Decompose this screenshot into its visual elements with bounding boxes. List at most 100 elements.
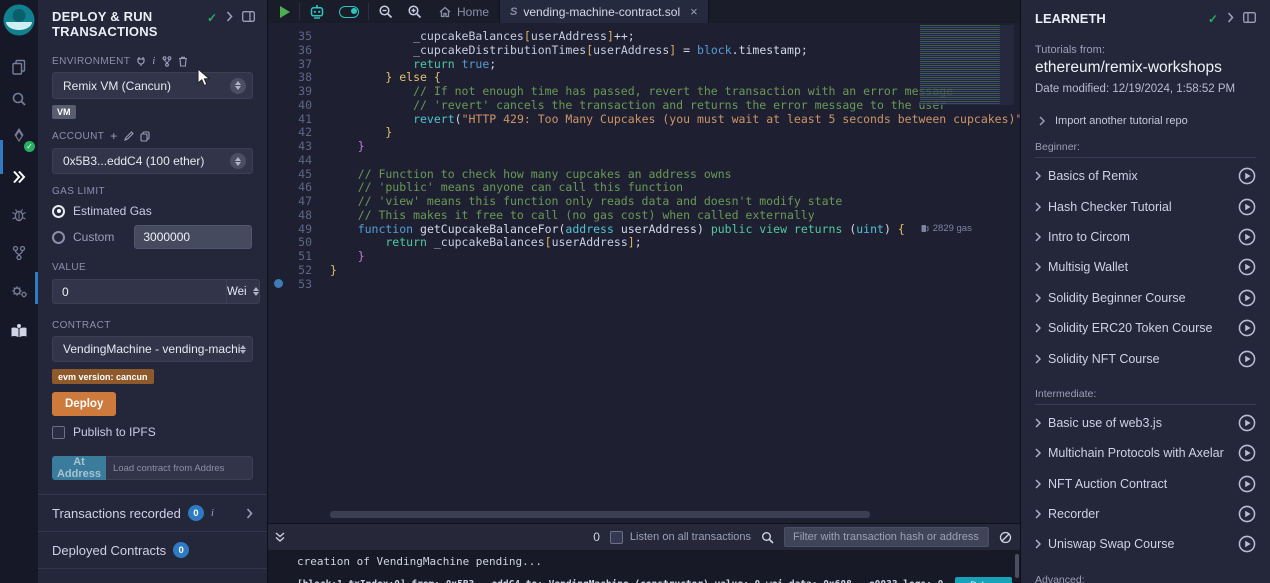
line-number[interactable]: 42 bbox=[268, 125, 312, 139]
value-input[interactable] bbox=[52, 279, 226, 304]
search-icon[interactable] bbox=[0, 83, 38, 115]
account-select[interactable]: 0x5B3...eddC4 (100 ether) bbox=[52, 148, 253, 174]
copy-icon[interactable] bbox=[140, 131, 150, 142]
fork-icon[interactable] bbox=[162, 56, 172, 67]
play-icon[interactable] bbox=[1238, 258, 1256, 276]
at-address-button[interactable]: At Address bbox=[52, 456, 106, 480]
transactions-recorded-row[interactable]: Transactions recorded 0 i bbox=[38, 494, 267, 531]
play-icon[interactable] bbox=[1238, 228, 1256, 246]
radio-unselected-icon[interactable] bbox=[52, 231, 65, 244]
tab-home[interactable]: Home bbox=[429, 0, 499, 23]
play-icon[interactable] bbox=[1238, 505, 1256, 523]
chevron-right-icon[interactable] bbox=[246, 508, 253, 519]
terminal-filter-input[interactable] bbox=[784, 527, 989, 547]
dropdown-toggle-icon[interactable] bbox=[230, 78, 246, 94]
ai-copilot-robot-icon[interactable] bbox=[302, 0, 332, 23]
clear-console-icon[interactable] bbox=[999, 531, 1012, 544]
plug-icon[interactable] bbox=[136, 56, 146, 66]
line-number[interactable]: 39 bbox=[268, 84, 312, 98]
terminal-scrollbar[interactable] bbox=[1015, 554, 1019, 578]
tutorial-item[interactable]: Solidity Beginner Course bbox=[1035, 283, 1256, 313]
line-number[interactable]: 35 bbox=[268, 29, 312, 43]
code-editor[interactable]: 35 _cupcakeBalances[userAddress]++;36 _c… bbox=[268, 23, 1020, 523]
collapse-terminal-icon[interactable] bbox=[274, 531, 286, 543]
tutorial-item[interactable]: Basic use of web3.js bbox=[1035, 408, 1256, 438]
line-number[interactable]: 50 bbox=[268, 235, 312, 249]
info-icon[interactable]: i bbox=[211, 507, 214, 519]
listen-all-option[interactable]: Listen on all transactions bbox=[610, 531, 751, 544]
git-icon[interactable] bbox=[0, 237, 38, 269]
tutorial-item[interactable]: NFT Auction Contract bbox=[1035, 469, 1256, 499]
line-number[interactable]: 43 bbox=[268, 139, 312, 153]
contract-select[interactable]: VendingMachine - vending-machin bbox=[52, 336, 253, 362]
line-number[interactable]: 44 bbox=[268, 153, 312, 167]
deployed-contracts-row[interactable]: Deployed Contracts 0 bbox=[38, 531, 267, 568]
play-icon[interactable] bbox=[1238, 414, 1256, 432]
play-icon[interactable] bbox=[1238, 167, 1256, 185]
editor-minimap[interactable] bbox=[920, 25, 1014, 105]
close-tab-icon[interactable]: × bbox=[690, 4, 698, 19]
checkbox-icon[interactable] bbox=[52, 426, 65, 439]
publish-ipfs-option[interactable]: Publish to IPFS bbox=[52, 425, 253, 439]
deploy-button[interactable]: Deploy bbox=[52, 392, 116, 416]
deploy-run-icon[interactable] bbox=[0, 161, 38, 193]
environment-select[interactable]: Remix VM (Cancun) bbox=[52, 72, 253, 99]
line-number[interactable]: 36 bbox=[268, 43, 312, 57]
line-number[interactable]: 41 bbox=[268, 112, 312, 126]
tutorial-item[interactable]: Intro to Circom bbox=[1035, 222, 1256, 252]
tab-file[interactable]: S vending-machine-contract.sol × bbox=[499, 0, 709, 23]
tutorial-item[interactable]: Uniswap Swap Course bbox=[1035, 529, 1256, 559]
pin-panel-icon[interactable] bbox=[242, 11, 255, 22]
edit-pencil-icon[interactable] bbox=[124, 131, 134, 141]
play-icon[interactable] bbox=[1238, 289, 1256, 307]
tutorial-item[interactable]: Solidity ERC20 Token Course bbox=[1035, 313, 1256, 343]
stepper-arrows-icon[interactable] bbox=[253, 287, 259, 296]
zoom-in-icon[interactable] bbox=[400, 0, 429, 23]
play-icon[interactable] bbox=[1238, 535, 1256, 553]
add-account-icon[interactable]: + bbox=[110, 129, 117, 143]
settings-gear-icon[interactable] bbox=[0, 275, 38, 307]
tutorial-item[interactable]: Multisig Wallet bbox=[1035, 252, 1256, 282]
expand-panel-icon[interactable] bbox=[1227, 12, 1234, 23]
play-icon[interactable] bbox=[1238, 319, 1256, 337]
custom-gas-input[interactable] bbox=[134, 225, 252, 249]
copilot-toggle[interactable] bbox=[332, 0, 366, 23]
info-icon[interactable]: i bbox=[152, 55, 155, 67]
custom-gas-option[interactable]: Custom bbox=[52, 225, 253, 249]
play-icon[interactable] bbox=[1238, 475, 1256, 493]
learneth-book-icon[interactable] bbox=[0, 315, 38, 347]
tutorial-item[interactable]: Solidity NFT Course bbox=[1035, 343, 1256, 373]
tutorial-item[interactable]: Recorder bbox=[1035, 499, 1256, 529]
remix-logo-icon[interactable] bbox=[2, 3, 36, 37]
terminal-output[interactable]: creation of VendingMachine pending... [b… bbox=[268, 550, 1020, 583]
estimated-gas-option[interactable]: Estimated Gas bbox=[52, 204, 253, 218]
zoom-out-icon[interactable] bbox=[371, 0, 400, 23]
tutorial-item[interactable]: Hash Checker Tutorial bbox=[1035, 191, 1256, 221]
stepper-arrows-icon[interactable] bbox=[240, 345, 246, 354]
pin-panel-icon[interactable] bbox=[1243, 12, 1256, 23]
debugger-bug-icon[interactable] bbox=[0, 199, 38, 231]
line-number[interactable]: 37 bbox=[268, 57, 312, 71]
breakpoint-dot[interactable] bbox=[274, 279, 283, 288]
line-number[interactable]: 51 bbox=[268, 249, 312, 263]
file-explorer-icon[interactable] bbox=[0, 51, 38, 83]
tutorial-item[interactable]: Basics of Remix bbox=[1035, 161, 1256, 191]
radio-selected-icon[interactable] bbox=[52, 205, 65, 218]
run-script-icon[interactable] bbox=[268, 0, 297, 23]
line-number[interactable]: 52 bbox=[268, 263, 312, 277]
dropdown-toggle-icon[interactable] bbox=[230, 153, 246, 169]
horizontal-scrollbar[interactable] bbox=[330, 511, 870, 518]
checkbox-icon[interactable] bbox=[610, 531, 623, 544]
play-icon[interactable] bbox=[1238, 444, 1256, 462]
line-number[interactable]: 46 bbox=[268, 180, 312, 194]
value-unit-select[interactable]: Wei bbox=[226, 279, 260, 304]
line-number[interactable]: 40 bbox=[268, 98, 312, 112]
import-tutorial-row[interactable]: Import another tutorial repo bbox=[1035, 115, 1256, 127]
line-number[interactable]: 38 bbox=[268, 70, 312, 84]
debug-button[interactable]: Debug bbox=[955, 577, 1012, 583]
play-icon[interactable] bbox=[1238, 198, 1256, 216]
line-number[interactable]: 49 bbox=[268, 222, 312, 236]
expand-panel-icon[interactable] bbox=[226, 11, 233, 22]
line-number[interactable]: 45 bbox=[268, 167, 312, 181]
solidity-compiler-icon[interactable]: ✓ bbox=[0, 121, 38, 153]
